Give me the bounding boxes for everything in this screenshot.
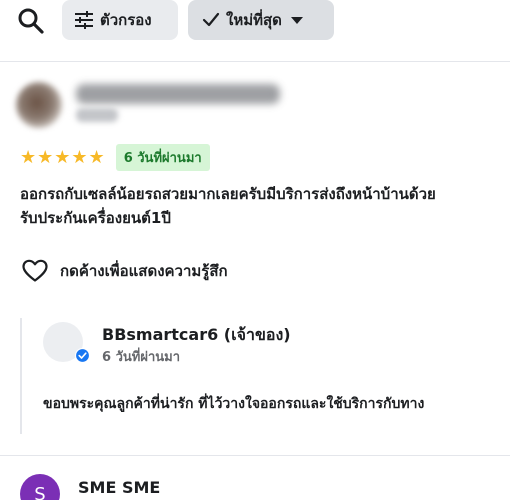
review-text-line-2: รับประกันเครื่องยนต์1ปี [20, 209, 171, 227]
reviewer-avatar[interactable] [16, 82, 62, 128]
reaction-label: กดค้างเพื่อแสดงความรู้สึก [60, 262, 228, 280]
search-button[interactable] [16, 6, 46, 36]
next-reviewer-name[interactable]: SME SME [78, 478, 160, 497]
review-divider [0, 455, 510, 456]
reaction-button[interactable]: กดค้างเพื่อแสดงความรู้สึก [22, 258, 228, 284]
filter-chip-label: ตัวกรอง [100, 11, 152, 29]
toolbar-divider [0, 61, 510, 62]
next-reviewer-avatar[interactable]: S [20, 474, 60, 500]
review-text-line-1: ออกรถกับเซลล์น้อยรถสวยมากเลยครับมีบริการ… [20, 185, 436, 203]
review-toolbar: ตัวกรอง ใหม่ที่สุด [0, 0, 510, 46]
search-icon [18, 8, 44, 34]
sort-newest-chip[interactable]: ใหม่ที่สุด [188, 0, 334, 40]
seller-name[interactable]: BBsmartcar6 (เจ้าของ) [102, 323, 291, 348]
reply-date: 6 วันที่ผ่านมา [102, 350, 180, 365]
filter-chip[interactable]: ตัวกรอง [62, 0, 178, 40]
review-date-badge: 6 วันที่ผ่านมา [115, 143, 210, 171]
reviewer-name-blurred[interactable] [76, 84, 280, 104]
reviewer-subtext-blurred [76, 108, 118, 122]
verified-badge-icon [75, 348, 90, 363]
sliders-icon [75, 11, 93, 29]
sort-chip-label: ใหม่ที่สุด [226, 11, 282, 29]
review-text: ออกรถกับเซลล์น้อยรถสวยมากเลยครับมีบริการ… [20, 182, 510, 230]
star-rating: ★★★★★ [20, 146, 106, 168]
reply-thread-line [20, 318, 22, 434]
rating-row: ★★★★★ 6 วันที่ผ่านมา [20, 143, 210, 171]
check-icon [202, 12, 220, 27]
reply-text: ขอบพระคุณลูกค้าที่น่ารัก ที่ไว้วางใจออกร… [43, 396, 425, 412]
caret-down-icon [290, 17, 303, 24]
heart-icon [22, 259, 48, 282]
